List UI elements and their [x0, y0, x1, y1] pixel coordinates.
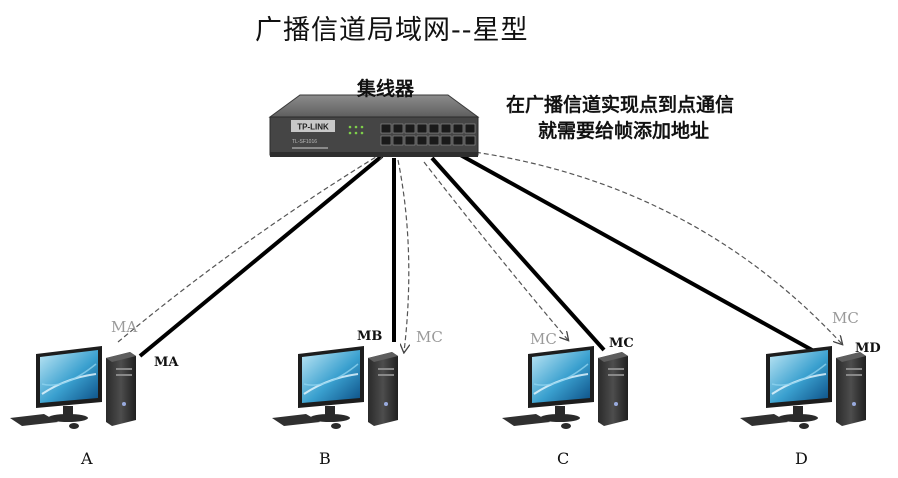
frame-label-to-d: MC: [832, 309, 859, 327]
cables: [138, 150, 813, 358]
computer-c: [502, 346, 628, 429]
address-label-d: MD: [855, 341, 881, 356]
computer-d: [740, 346, 866, 429]
frame-flow-arrows: [117, 149, 842, 352]
address-label-c: MC: [609, 336, 634, 351]
host-name-c: C: [557, 449, 570, 468]
arrow-hub-to-c: [423, 161, 568, 340]
hub-brand-text: TP-LINK: [297, 123, 329, 132]
cable-a: [138, 154, 384, 358]
arrow-a-to-hub: [117, 152, 384, 343]
hub-model-text: TL-SF1016: [292, 139, 317, 145]
note-line-1: 在广播信道实现点到点通信: [506, 94, 735, 116]
address-label-b: MB: [357, 329, 383, 344]
frame-label-from-a: MA: [111, 318, 138, 336]
computer-a: [10, 346, 136, 429]
diagram-canvas: TP-LINK TL-SF1016: [10, 94, 866, 429]
host-name-b: B: [319, 449, 331, 468]
host-name-a: A: [81, 449, 93, 468]
hub-device: TP-LINK TL-SF1016: [268, 94, 480, 157]
cable-d: [454, 150, 813, 352]
diagram-title: 广播信道局域网--星型: [255, 15, 529, 46]
computer-b: [272, 346, 398, 429]
frame-label-to-c: MC: [530, 330, 557, 348]
note-line-2: 就需要给帧添加地址: [538, 120, 710, 142]
hub-label: 集线器: [357, 78, 415, 100]
arrow-hub-to-b: [397, 159, 409, 352]
address-label-a: MA: [154, 355, 179, 370]
arrow-hub-to-d: [459, 149, 842, 344]
frame-label-to-b: MC: [416, 328, 443, 346]
explanation-note: 在广播信道实现点到点通信 就需要给帧添加地址: [506, 92, 734, 144]
host-name-d: D: [795, 449, 808, 468]
